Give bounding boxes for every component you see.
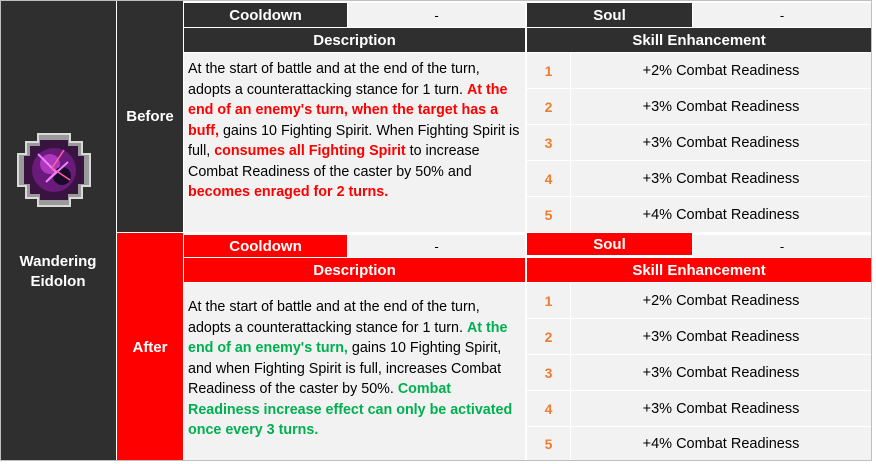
before-description-text: At the start of battle and at the end of… bbox=[184, 53, 525, 232]
enhancement-text: +4% Combat Readiness bbox=[571, 197, 871, 232]
description-segment: At the start of battle and at the end of… bbox=[188, 61, 480, 98]
before-enhancement-header: Skill Enhancement bbox=[527, 28, 871, 52]
after-label: After bbox=[117, 233, 183, 461]
enhancement-level: 1 bbox=[527, 53, 570, 88]
enhancement-level: 5 bbox=[527, 427, 570, 461]
after-description-text: At the start of battle and at the end of… bbox=[184, 283, 525, 461]
enhancement-text: +3% Combat Readiness bbox=[571, 89, 871, 124]
enhancement-level: 2 bbox=[527, 319, 570, 354]
before-cooldown-header: Cooldown bbox=[184, 3, 347, 27]
enhancement-text: +4% Combat Readiness bbox=[571, 427, 871, 461]
after-description-header: Description bbox=[184, 258, 525, 282]
after-enhancement-header: Skill Enhancement bbox=[527, 258, 871, 282]
description-segment: becomes enraged for 2 turns. bbox=[188, 184, 389, 200]
enhancement-level: 3 bbox=[527, 125, 570, 160]
enhancement-text: +3% Combat Readiness bbox=[571, 391, 871, 426]
enhancement-level: 4 bbox=[527, 161, 570, 196]
enhancement-text: +3% Combat Readiness bbox=[571, 161, 871, 196]
after-cooldown-header: Cooldown bbox=[184, 235, 347, 257]
skill-name: Wandering Eidolon bbox=[0, 252, 116, 296]
wandering-eidolon-skill-icon bbox=[16, 132, 92, 208]
description-segment: At the start of battle and at the end of… bbox=[188, 299, 480, 336]
enhancement-text: +2% Combat Readiness bbox=[571, 283, 871, 318]
enhancement-level: 1 bbox=[527, 283, 570, 318]
after-soul-header: Soul bbox=[527, 233, 692, 255]
skill-name-column bbox=[0, 0, 116, 461]
before-soul-value: - bbox=[693, 3, 871, 27]
before-description-header: Description bbox=[184, 28, 525, 52]
enhancement-level: 5 bbox=[527, 197, 570, 232]
after-soul-value: - bbox=[693, 235, 871, 257]
skill-comparison-table: Wandering Eidolon Before After Cooldown … bbox=[0, 0, 872, 461]
enhancement-text: +3% Combat Readiness bbox=[571, 319, 871, 354]
skill-name-line1: Wandering bbox=[19, 253, 97, 270]
before-soul-header: Soul bbox=[527, 3, 692, 27]
before-cooldown-value: - bbox=[348, 3, 525, 27]
enhancement-text: +2% Combat Readiness bbox=[571, 53, 871, 88]
description-segment: consumes all Fighting Spirit bbox=[214, 143, 406, 159]
enhancement-text: +3% Combat Readiness bbox=[571, 355, 871, 390]
after-cooldown-value: - bbox=[348, 235, 525, 257]
enhancement-level: 3 bbox=[527, 355, 570, 390]
enhancement-text: +3% Combat Readiness bbox=[571, 125, 871, 160]
enhancement-level: 4 bbox=[527, 391, 570, 426]
skill-name-line2: Eidolon bbox=[30, 273, 86, 290]
before-label: Before bbox=[117, 0, 183, 232]
enhancement-level: 2 bbox=[527, 89, 570, 124]
